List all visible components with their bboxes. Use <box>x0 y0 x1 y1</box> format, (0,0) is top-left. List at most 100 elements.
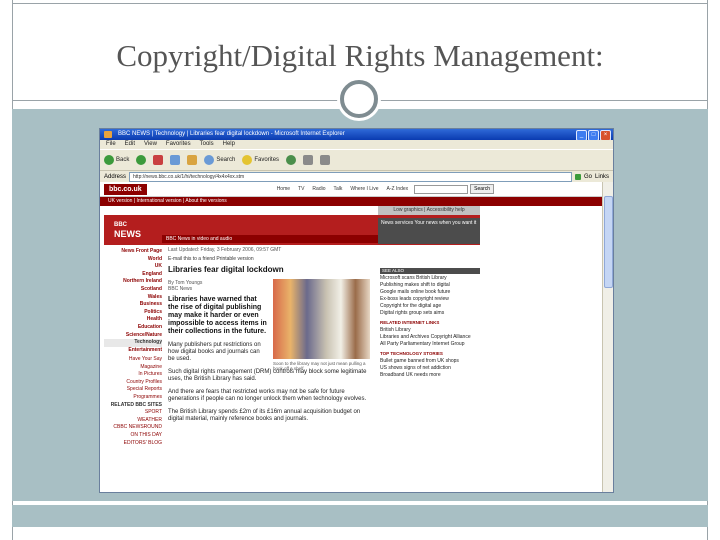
minimize-button[interactable]: _ <box>576 130 587 140</box>
low-graphics-link[interactable]: Low graphics | Accessibility help <box>378 206 480 215</box>
related-link[interactable]: British Library <box>380 327 480 333</box>
window-title: BBC NEWS | Technology | Libraries fear d… <box>118 131 345 137</box>
nav-magazine[interactable]: Magazine <box>104 364 162 372</box>
footer-band <box>12 505 708 527</box>
related-sites-heading: RELATED BBC SITES <box>110 401 162 408</box>
library-photo <box>273 279 370 359</box>
see-also-link[interactable]: Google mails online book future <box>380 289 480 295</box>
nav-news-front-page[interactable]: News Front Page <box>104 248 162 256</box>
article-headline: Libraries fear digital lockdown <box>168 265 284 274</box>
nav-newsround[interactable]: CBBC NEWSROUND <box>104 424 162 432</box>
back-button[interactable]: Back <box>104 155 129 165</box>
nav-weather[interactable]: WEATHER <box>104 417 162 425</box>
links-button[interactable]: Links <box>595 174 609 180</box>
scrollbar-thumb[interactable] <box>604 196 613 288</box>
nav-technology[interactable]: Technology <box>104 339 162 347</box>
nav-where-i-live[interactable]: Where I Live <box>350 186 378 192</box>
related-links-heading: RELATED INTERNET LINKS <box>380 320 480 326</box>
left-nav: News Front Page World UK England Norther… <box>104 248 162 354</box>
back-label: Back <box>116 157 130 163</box>
news-services-box[interactable]: News services Your news when you want it <box>378 218 480 244</box>
top-story-link[interactable]: US shows signs of net addiction <box>380 365 480 371</box>
top-stories-heading: TOP TECHNOLOGY STORIES <box>380 351 480 357</box>
favorites-star-icon <box>242 155 253 165</box>
favorites-label: Favorites <box>254 157 280 163</box>
search-button[interactable]: Search <box>204 155 235 165</box>
see-also-link[interactable]: Copyright for the digital age <box>380 303 480 309</box>
top-story-link[interactable]: Broadband UK needs more <box>380 372 480 378</box>
nav-science-nature[interactable]: Science/Nature <box>104 332 162 340</box>
nav-uk[interactable]: UK <box>104 263 162 271</box>
bbc-news-logo[interactable]: BBC NEWS <box>114 221 141 239</box>
nav-home[interactable]: Home <box>277 186 290 192</box>
nav-health[interactable]: Health <box>104 316 162 324</box>
version-bar[interactable]: UK version | International version | Abo… <box>100 197 603 206</box>
nav-business[interactable]: Business <box>104 301 162 309</box>
nav-wales[interactable]: Wales <box>104 294 162 302</box>
nav-politics[interactable]: Politics <box>104 309 162 317</box>
home-icon[interactable] <box>187 155 198 165</box>
photo-caption: Soon to the library may not just mean pu… <box>273 361 366 371</box>
see-also-link[interactable]: Ex-boss leads copyright review <box>380 296 480 302</box>
url-field[interactable]: http://news.bbc.co.uk/1/hi/technology/4x… <box>129 171 572 182</box>
stop-icon[interactable] <box>153 155 164 165</box>
see-also-link[interactable]: Publishing makes shift to digital <box>380 282 480 288</box>
nav-scotland[interactable]: Scotland <box>104 286 162 294</box>
related-link[interactable]: All Party Parliamentary Internet Group <box>380 341 480 347</box>
bbc-logo[interactable]: bbc.co.uk <box>104 183 147 195</box>
vertical-scrollbar[interactable] <box>602 182 613 492</box>
search-label: Search <box>216 157 236 163</box>
related-link[interactable]: Libraries and Archives Copyright Allianc… <box>380 334 480 340</box>
menu-help[interactable]: Help <box>223 140 235 149</box>
nav-on-this-day[interactable]: ON THIS DAY <box>104 432 163 440</box>
nav-northern-ireland[interactable]: Northern Ireland <box>104 278 162 286</box>
nav-world[interactable]: World <box>104 256 162 264</box>
nav-education[interactable]: Education <box>104 324 162 332</box>
see-also-link[interactable]: Digital rights group sets aims <box>380 310 480 316</box>
print-icon[interactable] <box>320 155 331 165</box>
bbc-header: bbc.co.uk Home TV Radio Talk Where I Liv… <box>100 182 603 197</box>
forward-icon[interactable] <box>136 155 147 165</box>
nav-editors-blog[interactable]: EDITORS' BLOG <box>104 440 162 448</box>
nav-tv[interactable]: TV <box>298 186 304 192</box>
nav-have-your-say[interactable]: Have Your Say <box>104 356 162 364</box>
see-also-link[interactable]: Microsoft scans British Library <box>380 275 480 281</box>
go-button[interactable]: Go <box>584 174 592 180</box>
nav-country-profiles[interactable]: Country Profiles <box>104 379 162 387</box>
nav-a-z[interactable]: A-Z Index <box>386 186 408 192</box>
nav-special-reports[interactable]: Special Reports <box>104 386 162 394</box>
menu-tools[interactable]: Tools <box>200 140 214 149</box>
slide-title: Copyright/Digital Rights Management: <box>116 38 604 73</box>
close-button[interactable]: × <box>600 130 611 140</box>
menu-file[interactable]: File <box>106 140 116 149</box>
nav-programmes[interactable]: Programmes <box>104 394 162 402</box>
video-audio-strip[interactable]: BBC News in video and audio <box>162 235 380 243</box>
favorites-button[interactable]: Favorites <box>242 155 279 165</box>
back-arrow-icon <box>104 155 114 165</box>
menu-favorites[interactable]: Favorites <box>166 140 191 149</box>
menu-view[interactable]: View <box>144 140 157 149</box>
address-label: Address <box>104 173 127 180</box>
nav-entertainment[interactable]: Entertainment <box>104 347 162 355</box>
divider-ring-icon <box>340 80 378 118</box>
nav-talk[interactable]: Talk <box>334 186 343 192</box>
mail-icon[interactable] <box>303 155 314 165</box>
see-also-heading: SEE ALSO <box>380 268 480 274</box>
go-arrow-icon[interactable] <box>574 173 581 180</box>
search-icon <box>204 155 215 165</box>
email-print-links[interactable]: E-mail this to a friend Printable versio… <box>168 256 372 262</box>
browser-screenshot: BBC NEWS | Technology | Libraries fear d… <box>99 128 614 493</box>
bbc-search-button[interactable]: Search <box>470 184 495 194</box>
nav-radio[interactable]: Radio <box>312 186 325 192</box>
article-para-3: And there are fears that restricted work… <box>168 389 367 402</box>
nav-england[interactable]: England <box>104 271 162 279</box>
top-story-link[interactable]: Bullet game banned from UK shops <box>380 358 480 364</box>
menu-edit[interactable]: Edit <box>125 140 135 149</box>
article-para-4: The British Library spends £2m of its £1… <box>168 409 361 422</box>
nav-in-pictures[interactable]: In Pictures <box>104 371 162 379</box>
media-icon[interactable] <box>286 155 297 165</box>
refresh-icon[interactable] <box>170 155 181 165</box>
maximize-button[interactable]: □ <box>588 130 599 140</box>
bbc-search-input[interactable] <box>414 184 469 194</box>
nav-sport[interactable]: SPORT <box>104 409 162 417</box>
